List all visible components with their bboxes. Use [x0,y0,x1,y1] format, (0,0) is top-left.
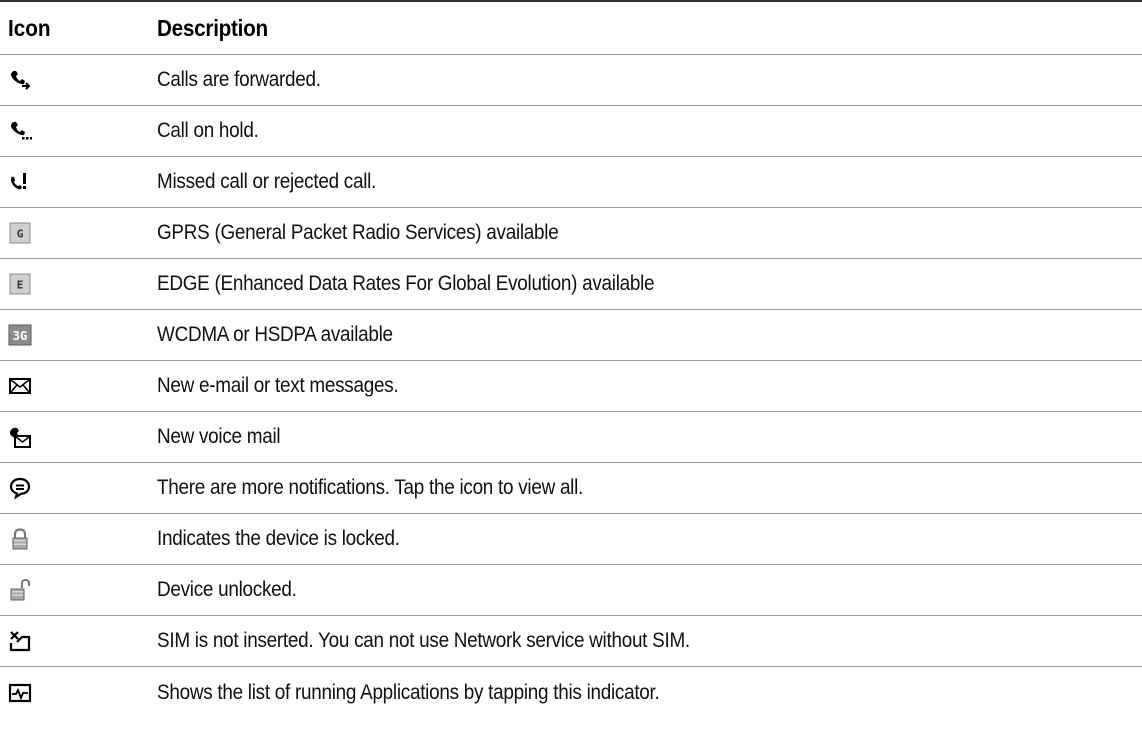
table-row: New e-mail or text messages. [0,361,1142,412]
header-icon-cell: Icon [0,15,157,42]
row-description: Calls are forwarded. [157,68,321,91]
voice-mail-icon [10,427,31,448]
row-description: GPRS (General Packet Radio Services) ava… [157,221,559,244]
table-row: E EDGE (Enhanced Data Rates For Global E… [0,259,1142,310]
svg-text:3G: 3G [13,329,27,343]
running-apps-icon [8,683,32,702]
svg-text:G: G [17,228,24,241]
row-description: Call on hold. [157,119,259,142]
svg-text:E: E [17,279,24,292]
header-icon-label: Icon [8,14,51,41]
table-row: There are more notifications. Tap the ic… [0,463,1142,514]
table-row: SIM is not inserted. You can not use Net… [0,616,1142,667]
table-row: Indicates the device is locked. [0,514,1142,565]
table-row: Shows the list of running Applications b… [0,667,1142,718]
icon-description-table: Icon Description Calls are forwarded. Ca… [0,0,1142,718]
device-unlocked-icon [10,578,30,601]
row-description: Shows the list of running Applications b… [157,680,660,704]
missed-call-icon [11,173,26,190]
row-description: SIM is not inserted. You can not use Net… [157,629,690,652]
row-description: Indicates the device is locked. [157,527,400,550]
new-message-icon [9,378,31,394]
row-description: New e-mail or text messages. [157,374,399,397]
row-description: Device unlocked. [157,578,297,601]
table-header-row: Icon Description [0,2,1142,55]
more-notifications-icon [9,477,31,500]
table-row: 3G WCDMA or HSDPA available [0,310,1142,361]
edge-icon: E [9,273,31,295]
table-row: G GPRS (General Packet Radio Services) a… [0,208,1142,259]
table-row: New voice mail [0,412,1142,463]
table-row: Device unlocked. [0,565,1142,616]
calls-forwarded-icon [11,70,31,90]
gprs-icon: G [9,222,31,244]
3g-icon: 3G [8,324,32,346]
row-description: Missed call or rejected call. [157,170,377,193]
table-row: Call on hold. [0,106,1142,157]
row-description: New voice mail [157,425,281,448]
header-description-label: Description [157,14,268,41]
row-description: EDGE (Enhanced Data Rates For Global Evo… [157,272,655,295]
sim-missing-icon [9,631,31,652]
table-row: Calls are forwarded. [0,55,1142,106]
row-description: There are more notifications. Tap the ic… [157,476,584,499]
row-description: WCDMA or HSDPA available [157,323,393,346]
table-row: Missed call or rejected call. [0,157,1142,208]
call-on-hold-icon [11,121,32,140]
device-locked-icon [12,528,28,550]
